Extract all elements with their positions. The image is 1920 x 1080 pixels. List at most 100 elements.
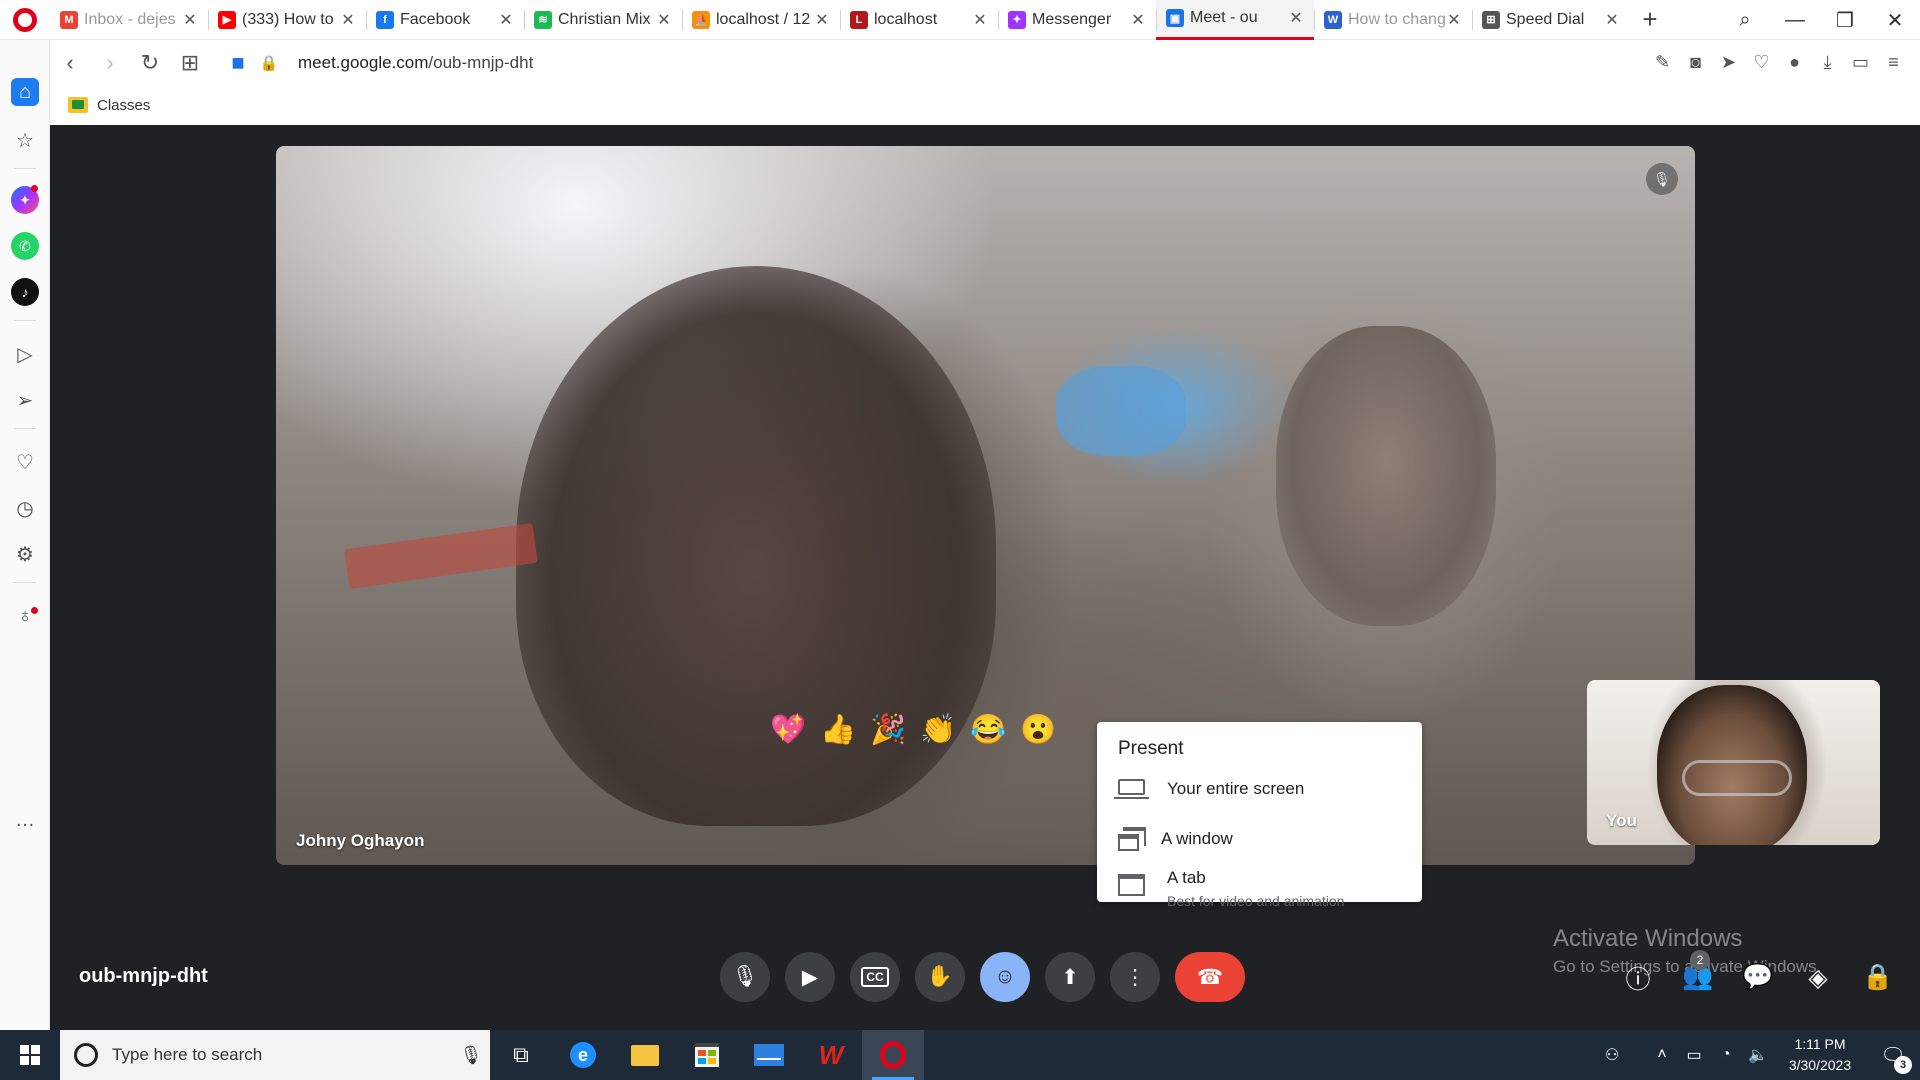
reaction-emoji[interactable]: 👏 [913, 705, 963, 755]
present-entire-screen-option[interactable]: Your entire screen [1114, 779, 1304, 799]
snapshot-icon[interactable]: ◙ [1679, 46, 1712, 79]
battery-saver-icon[interactable]: ▭ [1844, 46, 1877, 79]
reaction-emoji[interactable]: 💖 [763, 705, 813, 755]
profile-icon[interactable]: ● [1778, 46, 1811, 79]
camera-in-use-icon[interactable]: ■ [218, 43, 258, 83]
settings-icon[interactable]: ⚙ [11, 540, 39, 568]
tab-title: (333) How to [242, 10, 334, 28]
tab-search-icon[interactable]: ⌕ [1720, 0, 1770, 40]
close-tab-icon[interactable]: ✕ [814, 10, 830, 30]
whatsapp-icon[interactable]: ✆ [11, 232, 39, 260]
url-field[interactable]: meet.google.com/oub-mnjp-dht [298, 53, 533, 73]
taskbar-opera[interactable] [862, 1030, 924, 1080]
camera-button[interactable]: ▶ [785, 952, 835, 1002]
present-menu: Present Your entire screen A window A ta… [1097, 722, 1422, 909]
taskbar-search[interactable]: Type here to search 🎙 [60, 1030, 490, 1080]
taskbar-edge[interactable]: e [552, 1030, 614, 1080]
close-tab-icon[interactable]: ✕ [340, 10, 356, 30]
bookmark-classes[interactable]: Classes [68, 97, 150, 114]
reactions-button[interactable]: ☺ [980, 952, 1030, 1002]
lock-icon[interactable]: 🔒 [258, 43, 280, 83]
close-tab-icon[interactable]: ✕ [972, 10, 988, 30]
chat-button[interactable]: 💬 [1728, 950, 1788, 1005]
present-tab-option[interactable]: A tab Best for video and animation [1118, 868, 1344, 909]
volume-icon[interactable]: 🔈 [1742, 1045, 1774, 1065]
taskbar-file-explorer[interactable] [614, 1030, 676, 1080]
leave-call-button[interactable]: ☎ [1175, 952, 1245, 1002]
restore-button[interactable]: ❐ [1820, 0, 1870, 40]
browser-tab[interactable]: ≋ Christian Mix ✕ [524, 0, 682, 40]
wifi-icon[interactable]: ◔ [1710, 1046, 1742, 1064]
browser-tab[interactable]: ▶ (333) How to ✕ [208, 0, 366, 40]
reaction-emoji[interactable]: 😮 [1013, 705, 1063, 755]
heart-icon[interactable]: ♡ [11, 448, 39, 476]
close-tab-icon[interactable]: ✕ [498, 10, 514, 30]
close-tab-icon[interactable]: ✕ [1604, 10, 1620, 30]
wps-office-icon: W [818, 1039, 844, 1070]
close-tab-icon[interactable]: ✕ [1446, 10, 1462, 30]
laptop-icon [1114, 779, 1149, 799]
host-controls-button[interactable]: 🔒 [1848, 950, 1908, 1005]
taskbar-store[interactable] [676, 1030, 738, 1080]
browser-tab[interactable]: Llocalhost ✕ [840, 0, 998, 40]
tab-grid-icon[interactable]: ⊞ [170, 43, 210, 83]
clock[interactable]: 1:11 PM 3/30/2023 [1774, 1034, 1866, 1076]
download-icon[interactable]: ⤓ [1811, 46, 1844, 79]
send-icon[interactable]: ➢ [11, 386, 39, 414]
present-button[interactable]: ⬆ [1045, 952, 1095, 1002]
taskbar-mail[interactable] [738, 1030, 800, 1080]
self-video-tile[interactable]: You [1587, 680, 1880, 845]
send-icon[interactable]: ➤ [1712, 46, 1745, 79]
browser-tab[interactable]: ✦ Messenger ✕ [998, 0, 1156, 40]
player-icon[interactable]: ▷ [11, 340, 39, 368]
close-tab-icon[interactable]: ✕ [1288, 8, 1304, 28]
captions-button[interactable]: CC [850, 952, 900, 1002]
show-hidden-icons[interactable]: ˄ [1646, 1046, 1678, 1064]
microphone-button[interactable]: 🎙 [720, 952, 770, 1002]
edit-icon[interactable]: ✎ [1646, 46, 1679, 79]
video-content [1056, 366, 1186, 456]
mic-icon[interactable]: 🎙 [452, 1045, 490, 1066]
browser-tab[interactable]: M Inbox - dejes ✕ [50, 0, 208, 40]
close-tab-icon[interactable]: ✕ [182, 10, 198, 30]
history-icon[interactable]: ◷ [11, 494, 39, 522]
meeting-details-button[interactable]: ⓘ [1608, 950, 1668, 1005]
people-tray-icon[interactable]: ⚇ [1596, 1045, 1628, 1065]
browser-tab[interactable]: ⊞ Speed Dial ✕ [1472, 0, 1630, 40]
star-icon[interactable]: ☆ [11, 126, 39, 154]
reaction-emoji[interactable]: 😂 [963, 705, 1013, 755]
start-button[interactable] [0, 1030, 60, 1080]
task-view-icon: ⧉ [513, 1042, 529, 1067]
forward-button[interactable]: › [90, 43, 130, 83]
browser-tab[interactable]: W How to chang ✕ [1314, 0, 1472, 40]
raise-hand-button[interactable]: ✋ [915, 952, 965, 1002]
taskbar-wps[interactable]: W [800, 1030, 862, 1080]
browser-tab[interactable]: ▣ Meet - ou ✕ [1156, 0, 1314, 40]
close-window-button[interactable]: ✕ [1870, 0, 1920, 40]
close-tab-icon[interactable]: ✕ [656, 10, 672, 30]
browser-tab[interactable]: ⛵ localhost / 12 ✕ [682, 0, 840, 40]
url-domain: meet.google.com [298, 52, 429, 72]
close-tab-icon[interactable]: ✕ [1130, 10, 1146, 30]
reload-button[interactable]: ↻ [130, 43, 170, 83]
heart-icon[interactable]: ♡ [1745, 46, 1778, 79]
reaction-emoji[interactable]: 👍 [813, 705, 863, 755]
task-view-button[interactable]: ⧉ [490, 1030, 552, 1080]
more-options-button[interactable]: ⋮ [1110, 952, 1160, 1002]
participant-video-main[interactable]: 🎙 Johny Oghayon [276, 146, 1695, 865]
back-button[interactable]: ‹ [50, 43, 90, 83]
present-window-option[interactable]: A window [1118, 827, 1233, 851]
reaction-emoji[interactable]: 🎉 [863, 705, 913, 755]
new-tab-button[interactable]: + [1630, 0, 1670, 40]
easy-setup-icon[interactable]: ≡ [1877, 46, 1910, 79]
minimize-button[interactable]: — [1770, 0, 1820, 40]
opera-menu-icon[interactable] [0, 0, 50, 40]
action-center-button[interactable]: 🗨 3 [1866, 1030, 1920, 1080]
more-options-icon[interactable]: … [11, 806, 39, 834]
people-button[interactable]: 👥 2 [1668, 950, 1728, 1005]
home-icon[interactable]: ⌂ [11, 78, 39, 106]
tiktok-icon[interactable]: ♪ [11, 278, 39, 306]
browser-tab[interactable]: f Facebook ✕ [366, 0, 524, 40]
battery-icon[interactable]: ▭ [1678, 1045, 1710, 1065]
activities-button[interactable]: ◈ [1788, 950, 1848, 1005]
